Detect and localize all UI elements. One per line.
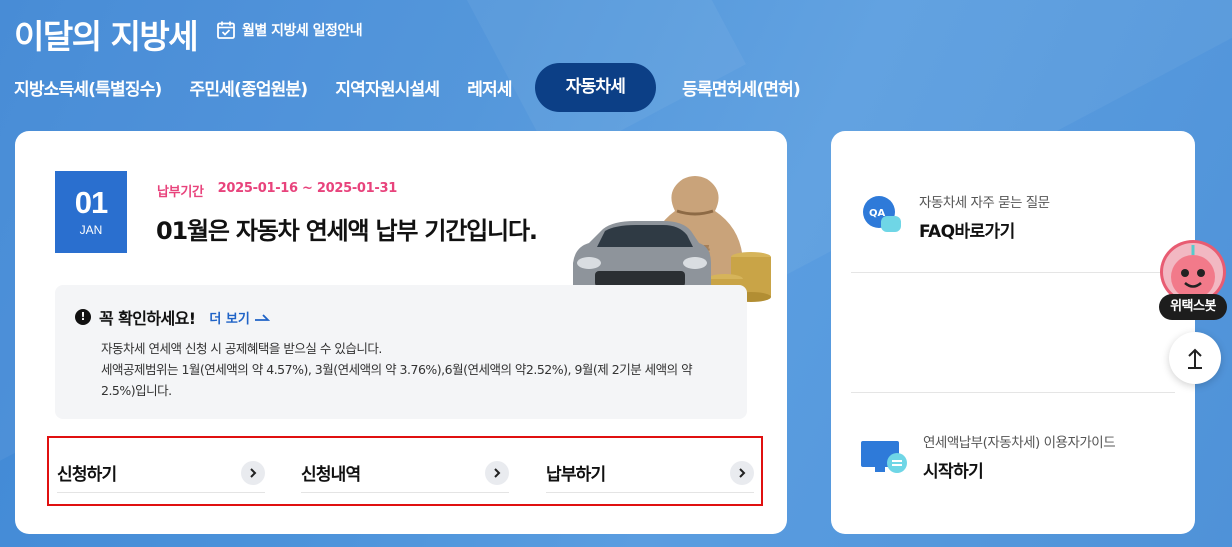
- notice-title: 꼭 확인하세요!: [99, 309, 196, 328]
- chevron-right-icon: [730, 460, 754, 485]
- arrow-up-icon: [1188, 348, 1202, 369]
- pay-label: 납부하기: [546, 465, 606, 485]
- pay-button[interactable]: 납부하기: [546, 453, 754, 493]
- chevron-right-icon: [485, 460, 509, 485]
- tab-registration-license-tax[interactable]: 등록면허세(면허): [682, 75, 801, 100]
- more-link[interactable]: 더 보기: [209, 308, 270, 327]
- notice-box: ! 꼭 확인하세요! 더 보기 자동차세 연세액 신청 시 공제혜택을 받으실 …: [55, 285, 747, 419]
- side-card: QA 자동차세 자주 묻는 질문 FAQ바로가기 연세액납부(자동차세) 이용자…: [831, 131, 1195, 534]
- scroll-to-top-button[interactable]: [1169, 332, 1221, 384]
- page-title: 이달의 지방세: [14, 17, 199, 56]
- guide-title: 시작하기: [923, 462, 984, 482]
- arrow-right-icon: [254, 314, 270, 321]
- date-badge: 01 JAN: [55, 171, 127, 253]
- period-range: 2025-01-16 ~ 2025-01-31: [217, 181, 398, 196]
- tab-regional-resource-tax[interactable]: 지역자원시설세: [335, 75, 440, 100]
- divider: [851, 272, 1175, 273]
- application-history-button[interactable]: 신청내역: [301, 453, 509, 493]
- headline: 01월은 자동차 연세액 납부 기간입니다.: [156, 217, 538, 245]
- qa-bubble-icon: QA: [861, 194, 903, 240]
- period-label: 납부기간: [157, 185, 204, 200]
- exclamation-icon: !: [75, 309, 91, 325]
- chevron-right-icon: [241, 460, 265, 485]
- tab-resident-tax[interactable]: 주민세(종업원분): [190, 75, 309, 100]
- tab-leisure-tax[interactable]: 레저세: [467, 75, 512, 100]
- history-label: 신청내역: [301, 465, 361, 485]
- notice-header: ! 꼭 확인하세요! 더 보기: [75, 305, 270, 329]
- user-guide-link[interactable]: 연세액납부(자동차세) 이용자가이드 시작하기: [861, 431, 1116, 482]
- notice-line-2: 세액공제범위는 1월(연세액의 약 4.57%), 3월(연세액의 약 3.76…: [101, 362, 693, 398]
- svg-text:QA: QA: [869, 208, 886, 219]
- faq-link[interactable]: QA 자동차세 자주 묻는 질문 FAQ바로가기: [861, 191, 1050, 242]
- more-link-label: 더 보기: [209, 311, 250, 327]
- apply-button[interactable]: 신청하기: [57, 453, 265, 493]
- calendar-check-icon: [216, 20, 236, 40]
- date-number: 01: [74, 185, 108, 220]
- vehicle-tax-card: 01 JAN 납부기간 2025-01-16 ~ 2025-01-31 01월은…: [15, 131, 787, 534]
- chatbot-label: 위택스봇: [1159, 294, 1227, 320]
- divider: [851, 392, 1175, 393]
- chatbot-button[interactable]: 위택스봇: [1158, 240, 1228, 322]
- action-group: 신청하기 신청내역 납부하기: [47, 436, 763, 506]
- faq-title: FAQ바로가기: [919, 222, 1015, 242]
- apply-label: 신청하기: [57, 465, 117, 485]
- schedule-link[interactable]: 월별 지방세 일정안내: [216, 20, 363, 40]
- payment-period: 납부기간 2025-01-16 ~ 2025-01-31: [157, 181, 397, 200]
- tab-local-income-tax[interactable]: 지방소득세(특별징수): [14, 75, 162, 100]
- notice-body: 자동차세 연세액 신청 시 공제혜택을 받으실 수 있습니다. 세액공제범위는 …: [101, 338, 721, 401]
- faq-subtitle: 자동차세 자주 묻는 질문: [919, 195, 1050, 211]
- date-month: JAN: [79, 223, 103, 237]
- schedule-link-label: 월별 지방세 일정안내: [242, 23, 363, 39]
- tab-vehicle-tax[interactable]: 자동차세: [534, 62, 657, 112]
- guide-subtitle: 연세액납부(자동차세) 이용자가이드: [923, 435, 1116, 451]
- notice-line-1: 자동차세 연세액 신청 시 공제혜택을 받으실 수 있습니다.: [101, 341, 382, 356]
- monitor-icon: [861, 435, 907, 479]
- tax-tabs: 지방소득세(특별징수) 주민세(종업원분) 지역자원시설세 레저세 자동차세 등…: [14, 62, 828, 112]
